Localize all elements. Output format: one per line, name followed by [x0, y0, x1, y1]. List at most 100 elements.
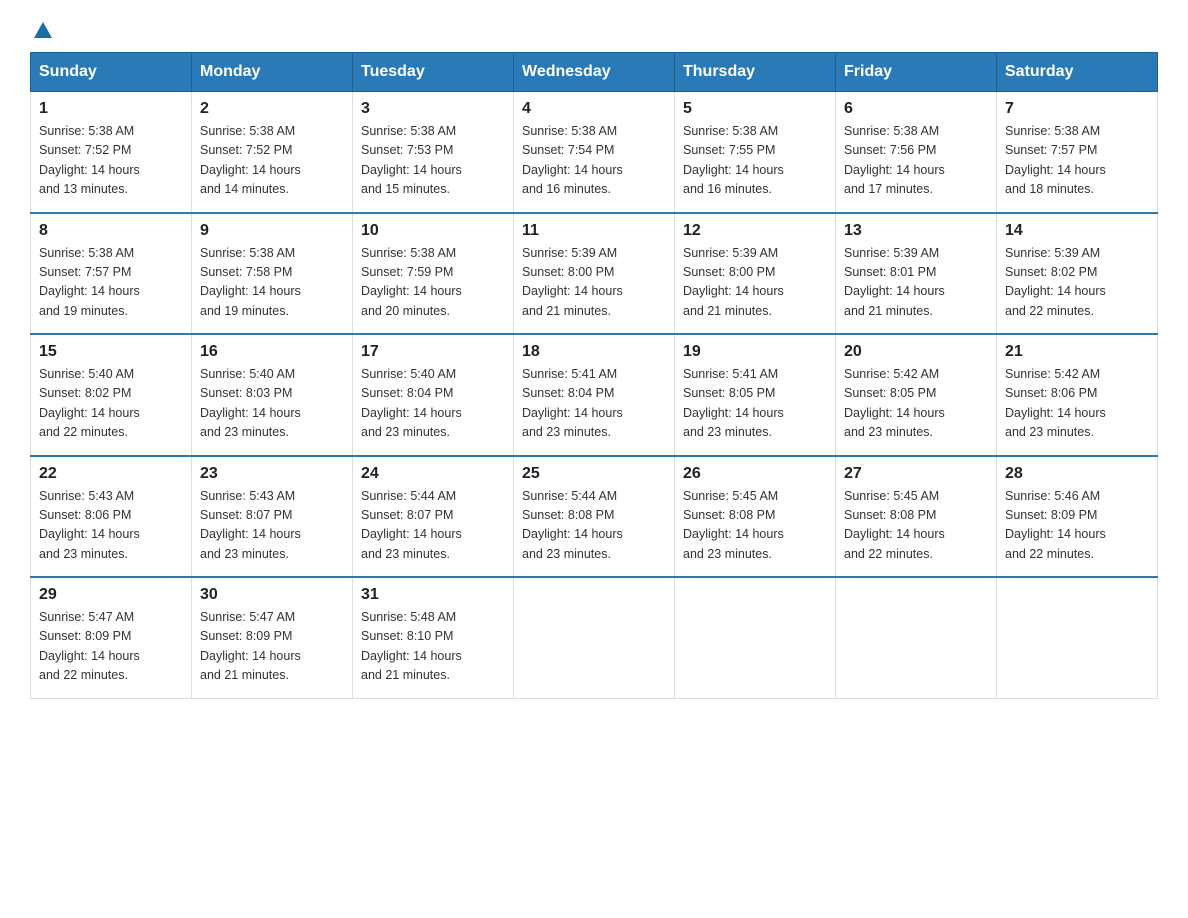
day-number: 12	[683, 222, 827, 240]
day-info: Sunrise: 5:45 AM Sunset: 8:08 PM Dayligh…	[683, 487, 827, 565]
calendar-week-row: 22 Sunrise: 5:43 AM Sunset: 8:06 PM Dayl…	[31, 456, 1158, 578]
column-header-monday: Monday	[192, 53, 353, 92]
day-number: 10	[361, 222, 505, 240]
page-header	[30, 20, 1158, 42]
calendar-week-row: 29 Sunrise: 5:47 AM Sunset: 8:09 PM Dayl…	[31, 577, 1158, 698]
day-number: 30	[200, 586, 344, 604]
day-number: 7	[1005, 100, 1149, 118]
calendar-cell: 2 Sunrise: 5:38 AM Sunset: 7:52 PM Dayli…	[192, 92, 353, 213]
day-number: 3	[361, 100, 505, 118]
day-info: Sunrise: 5:38 AM Sunset: 7:57 PM Dayligh…	[39, 244, 183, 322]
calendar-cell: 25 Sunrise: 5:44 AM Sunset: 8:08 PM Dayl…	[514, 456, 675, 578]
column-header-thursday: Thursday	[675, 53, 836, 92]
calendar-cell: 11 Sunrise: 5:39 AM Sunset: 8:00 PM Dayl…	[514, 213, 675, 335]
day-info: Sunrise: 5:48 AM Sunset: 8:10 PM Dayligh…	[361, 608, 505, 686]
calendar-cell: 30 Sunrise: 5:47 AM Sunset: 8:09 PM Dayl…	[192, 577, 353, 698]
day-info: Sunrise: 5:43 AM Sunset: 8:06 PM Dayligh…	[39, 487, 183, 565]
day-number: 16	[200, 343, 344, 361]
calendar-cell: 1 Sunrise: 5:38 AM Sunset: 7:52 PM Dayli…	[31, 92, 192, 213]
day-number: 28	[1005, 465, 1149, 483]
calendar-cell: 27 Sunrise: 5:45 AM Sunset: 8:08 PM Dayl…	[836, 456, 997, 578]
calendar-cell	[836, 577, 997, 698]
day-info: Sunrise: 5:38 AM Sunset: 7:58 PM Dayligh…	[200, 244, 344, 322]
day-number: 22	[39, 465, 183, 483]
day-info: Sunrise: 5:38 AM Sunset: 7:53 PM Dayligh…	[361, 122, 505, 200]
day-info: Sunrise: 5:38 AM Sunset: 7:59 PM Dayligh…	[361, 244, 505, 322]
day-info: Sunrise: 5:38 AM Sunset: 7:56 PM Dayligh…	[844, 122, 988, 200]
day-info: Sunrise: 5:40 AM Sunset: 8:02 PM Dayligh…	[39, 365, 183, 443]
day-number: 19	[683, 343, 827, 361]
logo-icon	[32, 20, 54, 42]
logo	[30, 20, 54, 42]
calendar-cell: 7 Sunrise: 5:38 AM Sunset: 7:57 PM Dayli…	[997, 92, 1158, 213]
day-number: 5	[683, 100, 827, 118]
day-info: Sunrise: 5:42 AM Sunset: 8:05 PM Dayligh…	[844, 365, 988, 443]
calendar-cell: 5 Sunrise: 5:38 AM Sunset: 7:55 PM Dayli…	[675, 92, 836, 213]
calendar-table: SundayMondayTuesdayWednesdayThursdayFrid…	[30, 52, 1158, 699]
calendar-cell: 13 Sunrise: 5:39 AM Sunset: 8:01 PM Dayl…	[836, 213, 997, 335]
calendar-header-row: SundayMondayTuesdayWednesdayThursdayFrid…	[31, 53, 1158, 92]
day-info: Sunrise: 5:46 AM Sunset: 8:09 PM Dayligh…	[1005, 487, 1149, 565]
day-info: Sunrise: 5:47 AM Sunset: 8:09 PM Dayligh…	[200, 608, 344, 686]
day-number: 13	[844, 222, 988, 240]
day-number: 26	[683, 465, 827, 483]
calendar-week-row: 1 Sunrise: 5:38 AM Sunset: 7:52 PM Dayli…	[31, 92, 1158, 213]
day-number: 25	[522, 465, 666, 483]
day-info: Sunrise: 5:39 AM Sunset: 8:00 PM Dayligh…	[522, 244, 666, 322]
day-info: Sunrise: 5:41 AM Sunset: 8:04 PM Dayligh…	[522, 365, 666, 443]
calendar-cell: 19 Sunrise: 5:41 AM Sunset: 8:05 PM Dayl…	[675, 334, 836, 456]
calendar-cell: 28 Sunrise: 5:46 AM Sunset: 8:09 PM Dayl…	[997, 456, 1158, 578]
day-info: Sunrise: 5:40 AM Sunset: 8:04 PM Dayligh…	[361, 365, 505, 443]
calendar-cell: 20 Sunrise: 5:42 AM Sunset: 8:05 PM Dayl…	[836, 334, 997, 456]
calendar-cell: 12 Sunrise: 5:39 AM Sunset: 8:00 PM Dayl…	[675, 213, 836, 335]
calendar-cell: 22 Sunrise: 5:43 AM Sunset: 8:06 PM Dayl…	[31, 456, 192, 578]
column-header-wednesday: Wednesday	[514, 53, 675, 92]
day-info: Sunrise: 5:38 AM Sunset: 7:57 PM Dayligh…	[1005, 122, 1149, 200]
column-header-friday: Friday	[836, 53, 997, 92]
calendar-cell: 10 Sunrise: 5:38 AM Sunset: 7:59 PM Dayl…	[353, 213, 514, 335]
calendar-cell	[997, 577, 1158, 698]
column-header-tuesday: Tuesday	[353, 53, 514, 92]
calendar-cell	[514, 577, 675, 698]
day-number: 4	[522, 100, 666, 118]
day-info: Sunrise: 5:44 AM Sunset: 8:08 PM Dayligh…	[522, 487, 666, 565]
calendar-week-row: 15 Sunrise: 5:40 AM Sunset: 8:02 PM Dayl…	[31, 334, 1158, 456]
day-number: 15	[39, 343, 183, 361]
day-info: Sunrise: 5:38 AM Sunset: 7:52 PM Dayligh…	[200, 122, 344, 200]
day-info: Sunrise: 5:38 AM Sunset: 7:52 PM Dayligh…	[39, 122, 183, 200]
day-number: 2	[200, 100, 344, 118]
day-number: 29	[39, 586, 183, 604]
day-number: 11	[522, 222, 666, 240]
calendar-cell: 18 Sunrise: 5:41 AM Sunset: 8:04 PM Dayl…	[514, 334, 675, 456]
day-number: 31	[361, 586, 505, 604]
day-info: Sunrise: 5:38 AM Sunset: 7:54 PM Dayligh…	[522, 122, 666, 200]
day-number: 1	[39, 100, 183, 118]
day-info: Sunrise: 5:39 AM Sunset: 8:02 PM Dayligh…	[1005, 244, 1149, 322]
day-info: Sunrise: 5:44 AM Sunset: 8:07 PM Dayligh…	[361, 487, 505, 565]
day-info: Sunrise: 5:43 AM Sunset: 8:07 PM Dayligh…	[200, 487, 344, 565]
calendar-cell: 8 Sunrise: 5:38 AM Sunset: 7:57 PM Dayli…	[31, 213, 192, 335]
calendar-cell: 14 Sunrise: 5:39 AM Sunset: 8:02 PM Dayl…	[997, 213, 1158, 335]
day-info: Sunrise: 5:39 AM Sunset: 8:01 PM Dayligh…	[844, 244, 988, 322]
day-number: 24	[361, 465, 505, 483]
calendar-cell: 23 Sunrise: 5:43 AM Sunset: 8:07 PM Dayl…	[192, 456, 353, 578]
day-number: 17	[361, 343, 505, 361]
calendar-cell: 4 Sunrise: 5:38 AM Sunset: 7:54 PM Dayli…	[514, 92, 675, 213]
calendar-cell	[675, 577, 836, 698]
column-header-saturday: Saturday	[997, 53, 1158, 92]
calendar-week-row: 8 Sunrise: 5:38 AM Sunset: 7:57 PM Dayli…	[31, 213, 1158, 335]
day-info: Sunrise: 5:38 AM Sunset: 7:55 PM Dayligh…	[683, 122, 827, 200]
calendar-cell: 15 Sunrise: 5:40 AM Sunset: 8:02 PM Dayl…	[31, 334, 192, 456]
day-number: 18	[522, 343, 666, 361]
day-number: 6	[844, 100, 988, 118]
day-info: Sunrise: 5:47 AM Sunset: 8:09 PM Dayligh…	[39, 608, 183, 686]
day-number: 8	[39, 222, 183, 240]
day-number: 14	[1005, 222, 1149, 240]
day-number: 20	[844, 343, 988, 361]
calendar-cell: 31 Sunrise: 5:48 AM Sunset: 8:10 PM Dayl…	[353, 577, 514, 698]
calendar-cell: 9 Sunrise: 5:38 AM Sunset: 7:58 PM Dayli…	[192, 213, 353, 335]
calendar-cell: 17 Sunrise: 5:40 AM Sunset: 8:04 PM Dayl…	[353, 334, 514, 456]
day-info: Sunrise: 5:42 AM Sunset: 8:06 PM Dayligh…	[1005, 365, 1149, 443]
column-header-sunday: Sunday	[31, 53, 192, 92]
day-info: Sunrise: 5:45 AM Sunset: 8:08 PM Dayligh…	[844, 487, 988, 565]
